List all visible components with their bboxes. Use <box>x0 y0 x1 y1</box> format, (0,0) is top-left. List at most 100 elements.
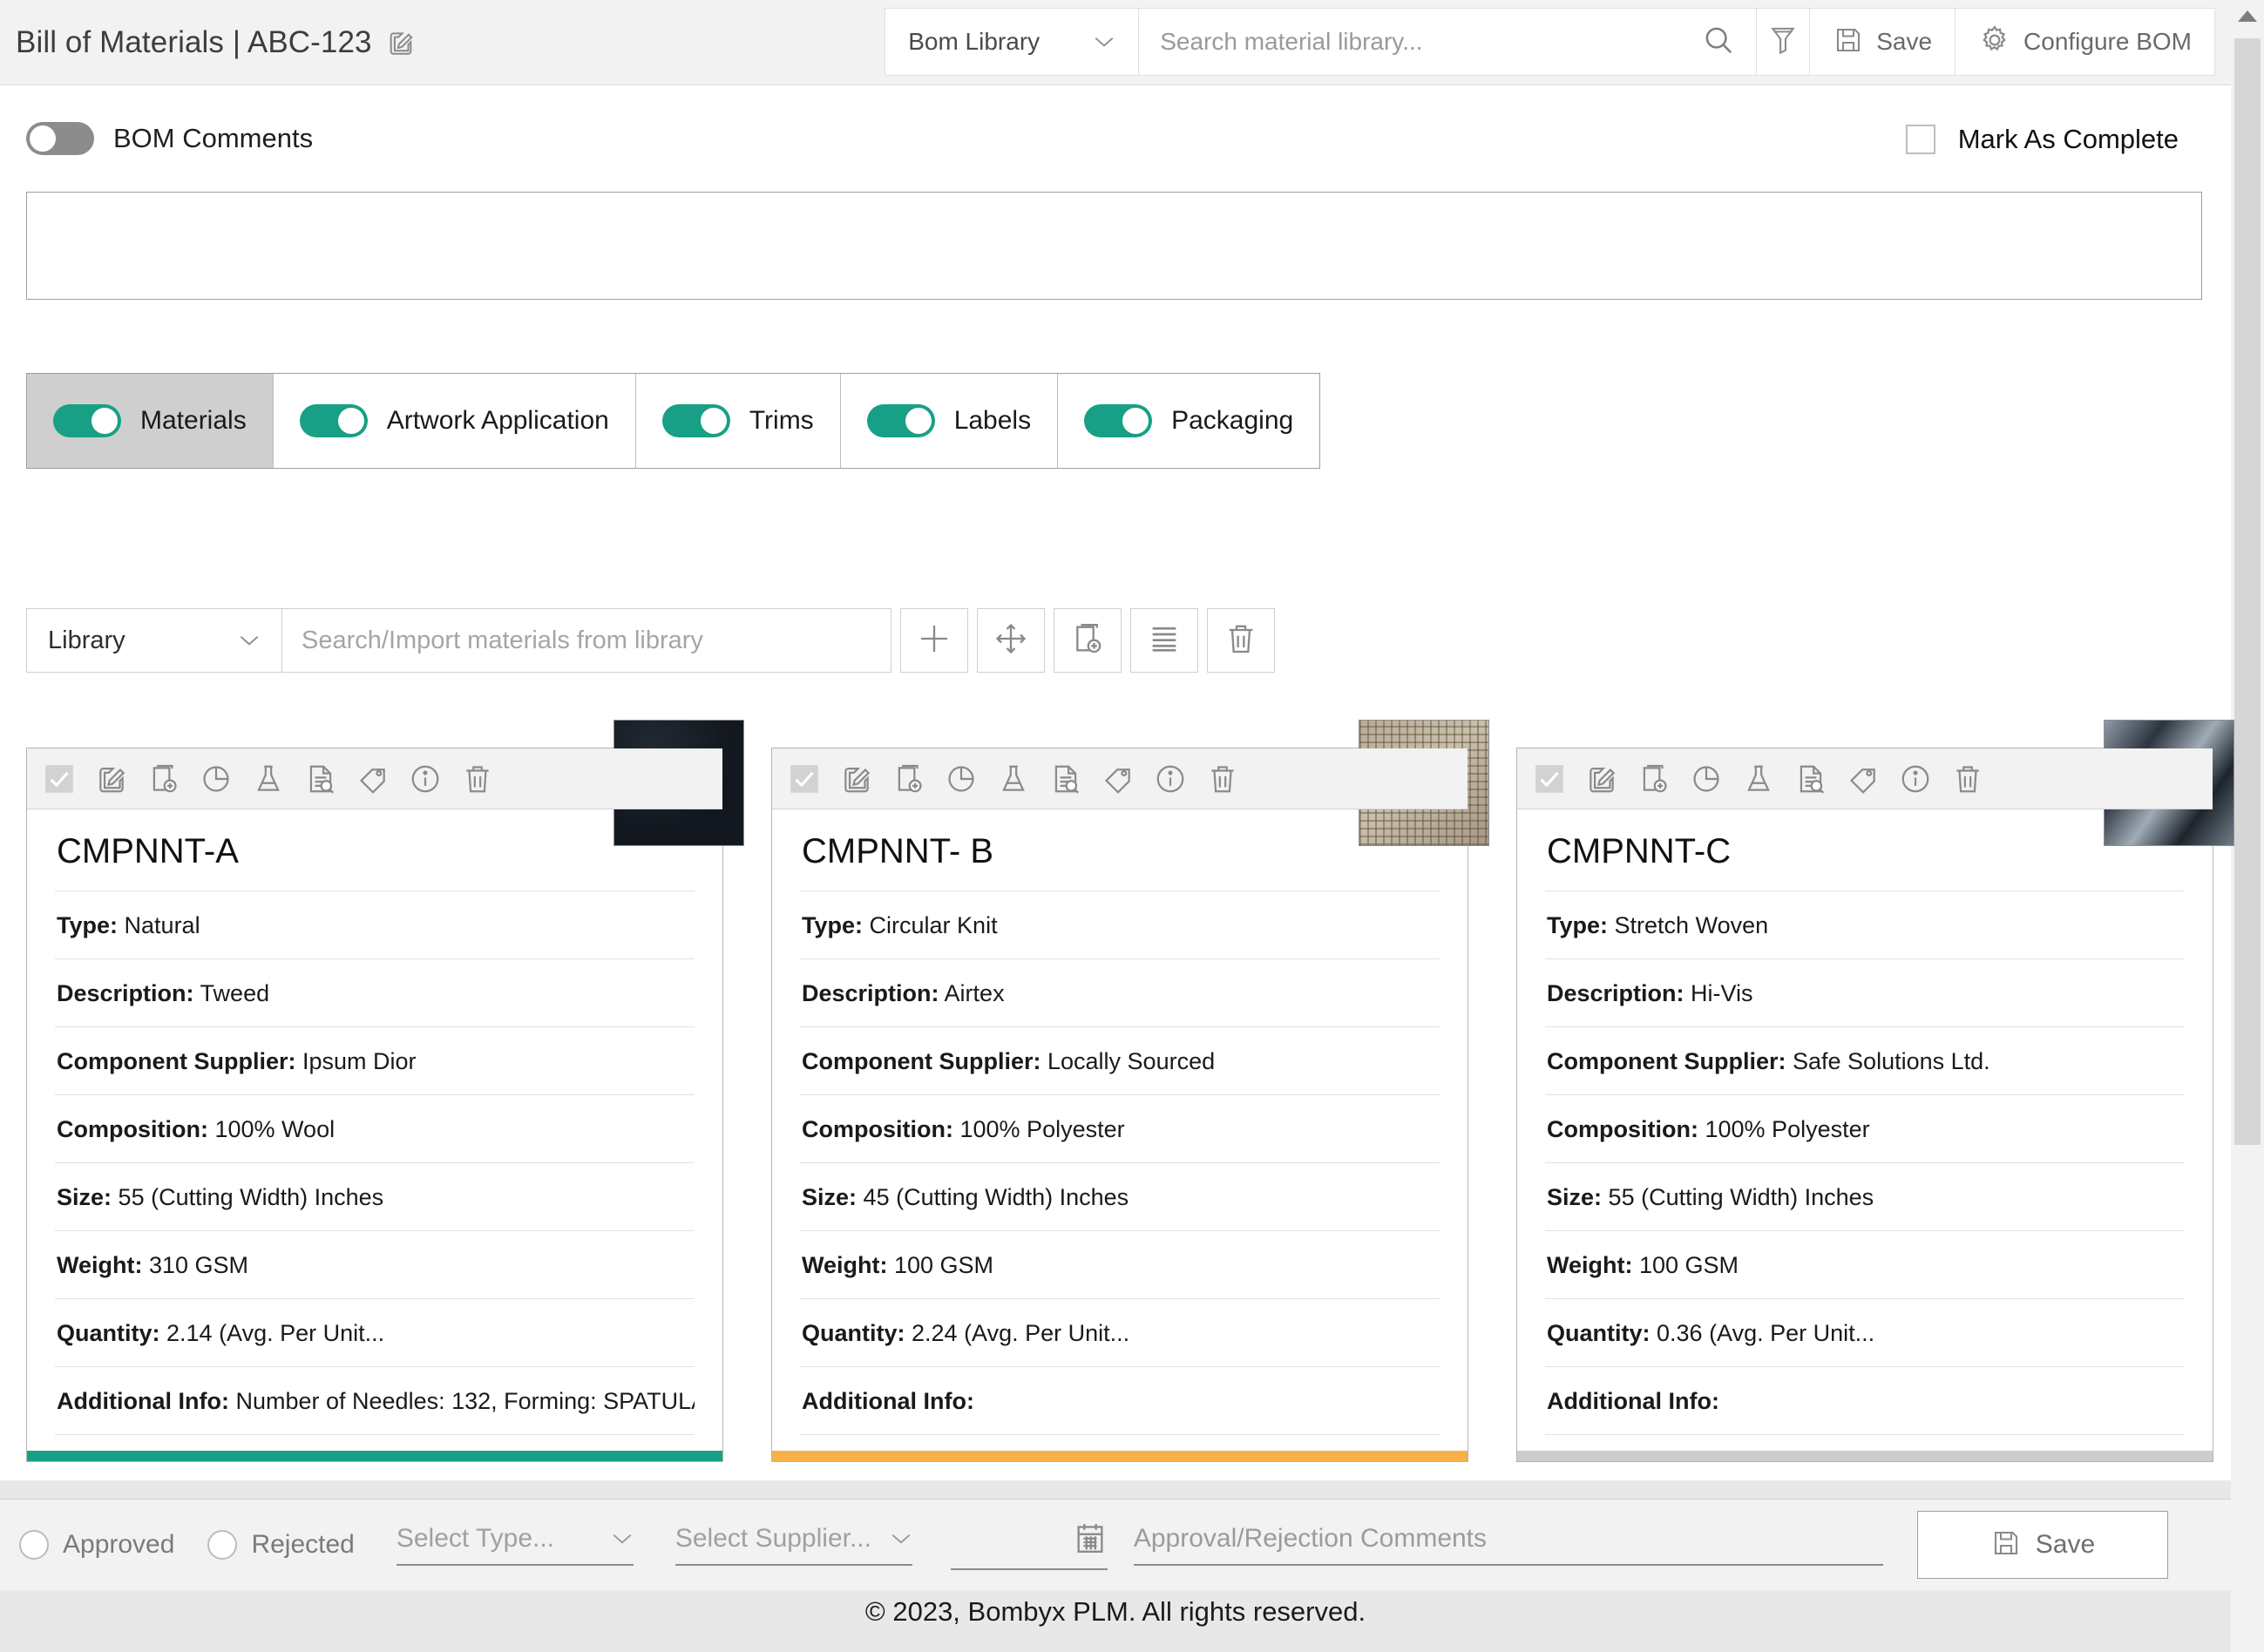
pie-chart-icon[interactable] <box>945 762 978 796</box>
approved-radio-group[interactable]: Approved <box>19 1530 174 1560</box>
field-label: Type: <box>802 912 864 938</box>
card-icon-toolbar <box>772 748 1468 809</box>
bom-application: Bill of Materials | ABC-123 Bom Library <box>0 0 2264 1652</box>
material-card[interactable]: CMPNNT-C Type: Stretch Woven Description… <box>1516 720 2234 1462</box>
approval-save-label: Save <box>2035 1530 2096 1559</box>
configure-bom-button[interactable]: Configure BOM <box>1955 8 2215 76</box>
pie-chart-icon[interactable] <box>1690 762 1723 796</box>
edit-pencil-icon[interactable] <box>840 762 873 796</box>
approval-bar: Approved Rejected Select Type... Select … <box>0 1499 2231 1590</box>
mark-as-complete-checkbox[interactable] <box>1905 125 1935 154</box>
rejected-radio-group[interactable]: Rejected <box>207 1530 355 1560</box>
tag-icon[interactable] <box>1101 762 1135 796</box>
card-field-composition: Composition: 100% Wool <box>55 1095 695 1163</box>
card-field-size: Size: 55 (Cutting Width) Inches <box>1545 1163 2185 1231</box>
calendar-icon[interactable] <box>1073 1520 1108 1560</box>
bom-comments-toggle[interactable] <box>26 122 94 155</box>
field-label: Weight: <box>802 1252 888 1278</box>
card-field-weight: Weight: 100 GSM <box>800 1231 1440 1299</box>
select-supplier-dropdown[interactable]: Select Supplier... <box>674 1524 912 1566</box>
edit-pencil-icon[interactable] <box>95 762 128 796</box>
scroll-up-arrow-icon[interactable] <box>2238 10 2257 22</box>
card-field-type: Type: Circular Knit <box>800 891 1440 959</box>
approval-comments-input[interactable] <box>1133 1524 1883 1554</box>
info-circle-icon[interactable] <box>1899 762 1932 796</box>
flask-icon[interactable] <box>252 762 285 796</box>
bom-library-select[interactable]: Bom Library <box>885 8 1140 76</box>
search-icon[interactable] <box>1702 24 1735 61</box>
field-label: Composition: <box>57 1116 208 1142</box>
document-search-icon[interactable] <box>304 762 337 796</box>
field-value: Hi-Vis <box>1691 980 1753 1006</box>
field-label: Component Supplier: <box>802 1048 1041 1074</box>
scrollbar-thumb[interactable] <box>2234 38 2261 1145</box>
document-search-icon[interactable] <box>1049 762 1082 796</box>
date-picker[interactable] <box>950 1520 1108 1570</box>
checkbox-check-icon[interactable] <box>43 762 76 796</box>
material-card[interactable]: CMPNNT- B Type: Circular Knit Descriptio… <box>771 720 1489 1462</box>
library-select-value: Library <box>48 626 125 654</box>
category-tab-labels[interactable]: Labels <box>840 374 1059 468</box>
category-toggle-trims[interactable] <box>661 404 730 437</box>
vertical-scrollbar[interactable] <box>2231 0 2264 1652</box>
save-button[interactable]: Save <box>1809 8 1956 76</box>
flask-icon[interactable] <box>1742 762 1775 796</box>
material-card[interactable]: CMPNNT-A Type: Natural Description: Twee… <box>26 720 744 1462</box>
pie-chart-icon[interactable] <box>200 762 233 796</box>
library-search-input[interactable] <box>302 626 871 655</box>
edit-pencil-icon[interactable] <box>386 28 416 58</box>
category-tab-packaging[interactable]: Packaging <box>1058 374 1320 468</box>
delete-material-button[interactable] <box>1207 608 1275 673</box>
checkbox-check-icon[interactable] <box>788 762 821 796</box>
add-document-icon[interactable] <box>147 762 180 796</box>
add-document-icon[interactable] <box>892 762 925 796</box>
move-material-button[interactable] <box>977 608 1045 673</box>
checkbox-check-icon[interactable] <box>1533 762 1566 796</box>
select-supplier-value: Select Supplier... <box>674 1524 871 1553</box>
edit-pencil-icon[interactable] <box>1585 762 1618 796</box>
filter-button[interactable] <box>1756 8 1811 76</box>
category-tab-materials[interactable]: Materials <box>27 374 274 468</box>
flask-icon[interactable] <box>997 762 1030 796</box>
add-material-button[interactable] <box>900 608 968 673</box>
trash-icon[interactable] <box>1951 762 1984 796</box>
list-view-button[interactable] <box>1130 608 1198 673</box>
category-toggle-packaging[interactable] <box>1084 404 1153 437</box>
bom-comments-toggle-group[interactable]: BOM Comments <box>26 122 313 155</box>
approval-comments-field <box>1133 1524 1883 1566</box>
field-value: 0.36 (Avg. Per Unit... <box>1657 1320 1875 1346</box>
tag-icon[interactable] <box>1847 762 1880 796</box>
info-circle-icon[interactable] <box>409 762 442 796</box>
search-input[interactable] <box>1160 28 1684 56</box>
card-field-description: Description: Tweed <box>55 959 695 1027</box>
approval-save-button[interactable]: Save <box>1917 1511 2168 1579</box>
card-body: CMPNNT- B Type: Circular Knit Descriptio… <box>772 809 1468 1451</box>
category-toggle-labels[interactable] <box>866 404 935 437</box>
category-toggle-materials[interactable] <box>53 404 121 437</box>
add-document-icon[interactable] <box>1637 762 1671 796</box>
tag-icon[interactable] <box>356 762 390 796</box>
info-circle-icon[interactable] <box>1154 762 1187 796</box>
document-search-icon[interactable] <box>1794 762 1827 796</box>
duplicate-material-button[interactable] <box>1054 608 1122 673</box>
trash-icon[interactable] <box>1206 762 1239 796</box>
trash-icon <box>1224 621 1258 660</box>
trash-icon[interactable] <box>461 762 494 796</box>
library-select[interactable]: Library <box>26 608 282 673</box>
list-rows-icon <box>1147 621 1182 660</box>
field-label: Quantity: <box>57 1320 160 1346</box>
card-title: CMPNNT-A <box>55 809 695 891</box>
bom-comments-textarea[interactable] <box>26 192 2202 300</box>
chevron-down-icon <box>1093 35 1115 49</box>
page-title-group: Bill of Materials | ABC-123 <box>0 25 416 60</box>
rejected-radio[interactable] <box>207 1530 238 1560</box>
category-tab-trims[interactable]: Trims <box>635 374 841 468</box>
field-value: Number of Needles: 132, Forming: SPATULA… <box>235 1388 695 1414</box>
bom-library-value: Bom Library <box>908 28 1040 55</box>
mark-as-complete-group[interactable]: Mark As Complete <box>1905 124 2179 155</box>
category-tab-artwork-application[interactable]: Artwork Application <box>273 374 636 468</box>
chevron-down-icon <box>890 1532 912 1546</box>
category-toggle-artwork-application[interactable] <box>299 404 368 437</box>
approved-radio[interactable] <box>19 1530 49 1560</box>
select-type-dropdown[interactable]: Select Type... <box>396 1524 634 1566</box>
